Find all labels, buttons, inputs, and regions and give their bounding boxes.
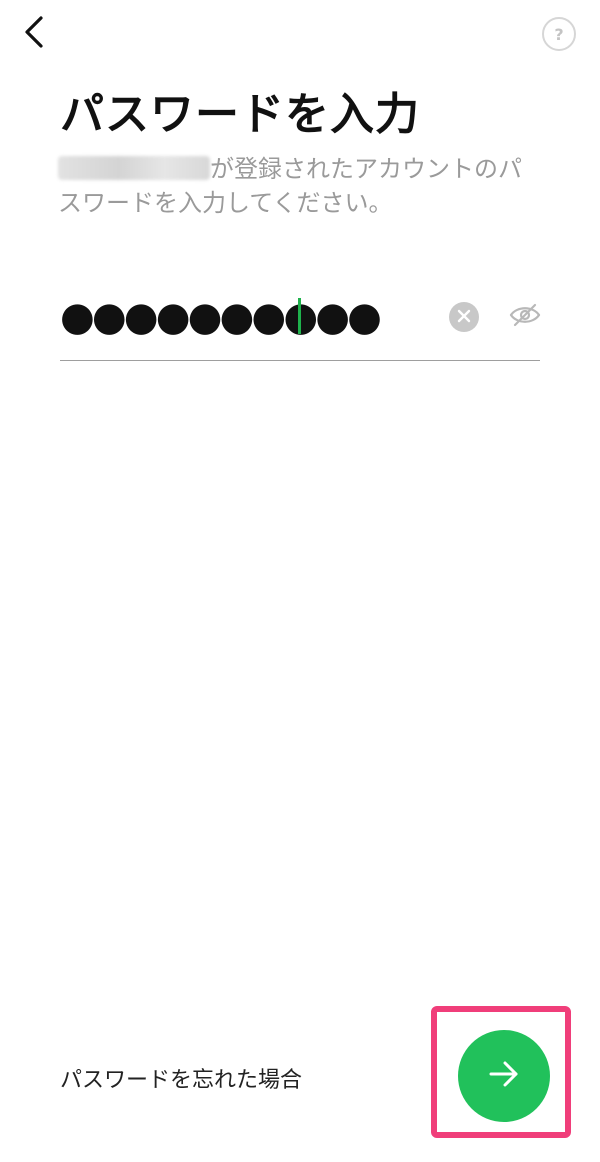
description: が登録されたアカウントのパスワードを入力してください。	[58, 152, 544, 220]
clear-circle-icon	[457, 308, 471, 327]
help-button[interactable]: ?	[542, 17, 576, 51]
arrow-right-icon	[487, 1059, 521, 1093]
back-button[interactable]	[14, 14, 54, 54]
clear-password-button[interactable]	[449, 302, 479, 332]
toggle-password-visibility-button[interactable]	[508, 300, 542, 334]
next-button[interactable]	[458, 1030, 550, 1122]
forgot-password-link[interactable]: パスワードを忘れた場合	[60, 1062, 302, 1094]
blurred-account-identifier	[58, 156, 210, 180]
password-masked-value[interactable]: ●●●●●●●●●●	[60, 294, 382, 340]
page-title: パスワードを入力	[60, 89, 420, 140]
question-mark-icon: ?	[554, 24, 564, 44]
text-caret	[298, 298, 301, 334]
chevron-left-icon	[23, 15, 45, 53]
password-field[interactable]: ●●●●●●●●●●	[60, 290, 542, 361]
eye-off-icon	[509, 303, 541, 331]
